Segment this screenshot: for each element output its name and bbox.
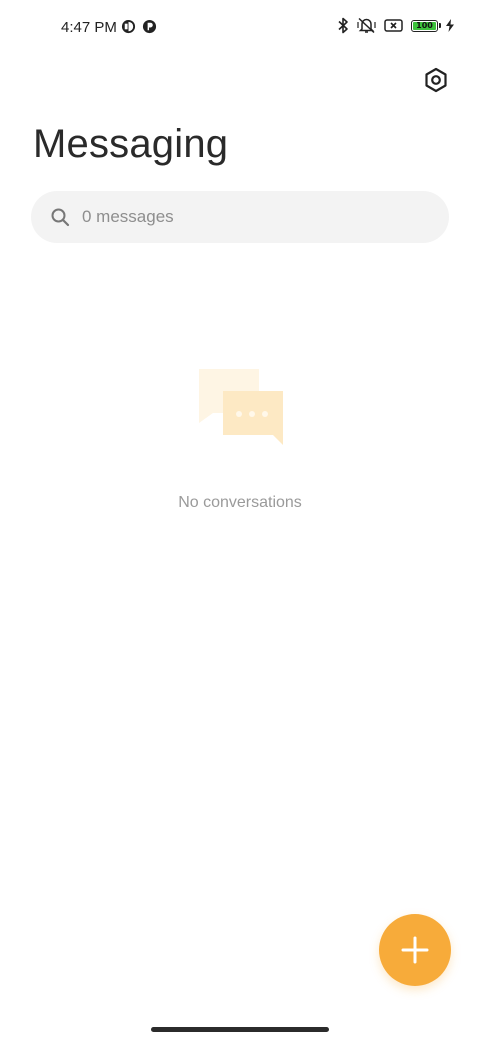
chat-bubbles-icon	[195, 365, 287, 449]
page-title: Messaging	[33, 122, 229, 166]
new-message-button[interactable]	[379, 914, 451, 986]
search-placeholder: 0 messages	[82, 207, 174, 226]
plus-icon	[401, 936, 429, 964]
no-sim-icon	[384, 19, 403, 32]
bluetooth-icon	[338, 17, 348, 34]
settings-icon	[425, 67, 447, 93]
status-time: 4:47 PM	[61, 19, 117, 36]
charging-icon	[446, 19, 454, 32]
app-notification-icon	[142, 19, 157, 34]
app-notification-icon	[121, 19, 136, 34]
vibrate-off-icon	[357, 17, 376, 34]
search-bar[interactable]: 0 messages	[31, 191, 449, 243]
status-system-icons: 100	[337, 17, 454, 34]
battery-level: 100	[413, 21, 436, 30]
empty-state-text: No conversations	[178, 494, 302, 511]
home-indicator[interactable]	[151, 1027, 329, 1032]
settings-button[interactable]	[420, 64, 452, 96]
battery-icon: 100	[411, 19, 441, 32]
status-bar: 4:47 PM 100	[0, 0, 480, 56]
status-notification-icons	[121, 19, 157, 34]
search-icon	[50, 207, 70, 227]
